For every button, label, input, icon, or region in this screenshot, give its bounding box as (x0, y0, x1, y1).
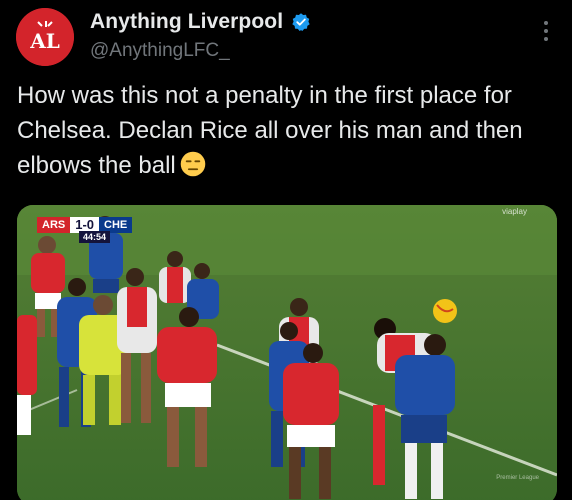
verified-badge-icon (291, 12, 311, 32)
broadcaster-logo: viaplay (502, 207, 527, 216)
tweet-text: How was this not a penalty in the first … (17, 78, 557, 183)
tweet-body: How was this not a penalty in the first … (17, 82, 523, 179)
avatar-logo-icon: AL (16, 8, 74, 66)
author-row: Anything Liverpool (90, 10, 311, 34)
author-display-name[interactable]: Anything Liverpool (90, 10, 283, 34)
scorebug-clock: 44:54 (79, 231, 111, 243)
football-match-photo (17, 205, 557, 500)
avatar[interactable]: AL (16, 8, 74, 66)
more-options-icon[interactable] (538, 16, 554, 46)
scorebug-home-team: ARS (37, 217, 71, 233)
expressionless-face-icon (180, 151, 206, 177)
tweet-media-image[interactable]: ARS 1-0 CHE 44:54 viaplay Premier League (17, 205, 557, 500)
watermark: Premier League (496, 475, 539, 481)
svg-text:AL: AL (29, 29, 60, 53)
author-handle[interactable]: @AnythingLFC_ (90, 40, 230, 62)
tweet-card: AL Anything Liverpool @AnythingLFC_ How … (0, 0, 572, 500)
